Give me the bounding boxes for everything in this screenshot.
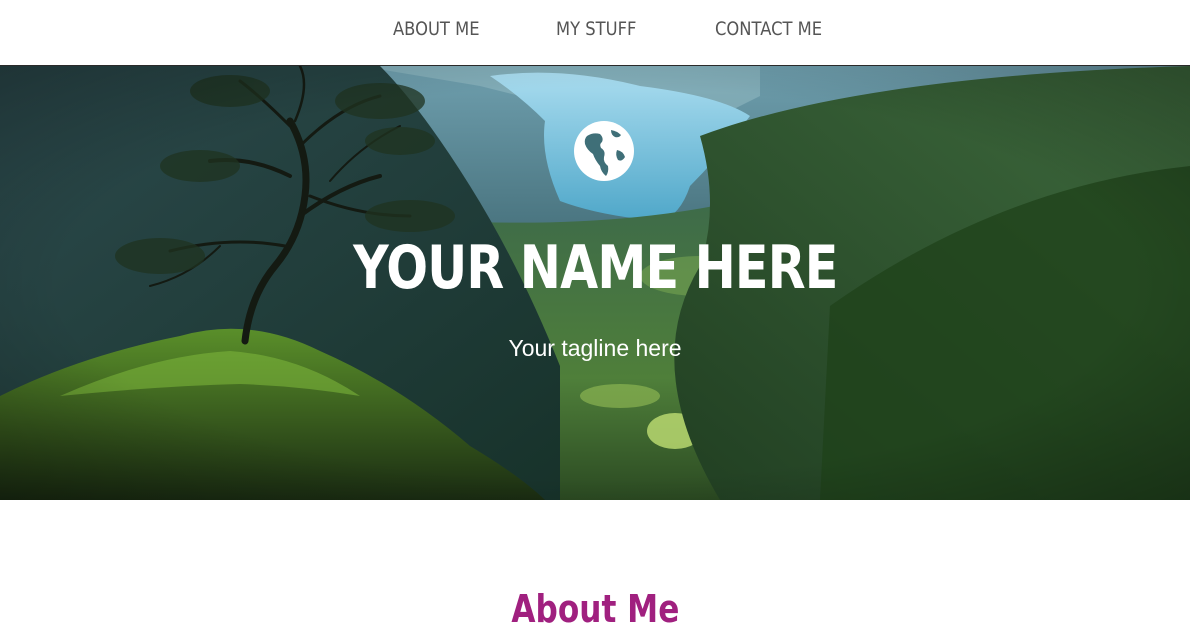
nav-link-my-stuff[interactable]: MY STUFF: [556, 18, 636, 40]
hero-banner: YOUR NAME HERE Your tagline here: [0, 66, 1190, 500]
nav-link-contact-me[interactable]: CONTACT ME: [715, 18, 822, 40]
top-nav: ABOUT ME MY STUFF CONTACT ME: [0, 0, 1190, 66]
nav-link-about-me[interactable]: ABOUT ME: [393, 18, 480, 40]
globe-icon: [574, 121, 634, 181]
page: ABOUT ME MY STUFF CONTACT ME YOUR NAME H…: [0, 0, 1190, 630]
hero-tagline: Your tagline here: [508, 335, 682, 361]
section-heading-about-me: About Me: [511, 587, 679, 630]
hero-title: YOUR NAME HERE: [352, 233, 838, 303]
